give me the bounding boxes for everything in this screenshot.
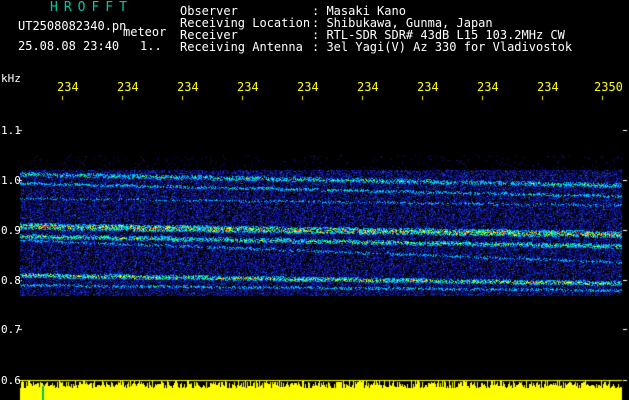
time-tick-label: 234 [57,80,79,94]
time-tick-label: 234 [477,80,499,94]
datetime-label: 25.08.08 23:40 [18,39,120,53]
time-tick-label: 234 [417,80,439,94]
time-tick-label: 234 [177,80,199,94]
time-tick-label: 234 [237,80,259,94]
spectrogram-canvas [0,0,629,400]
filename-label: UT2508082340.pn [18,19,127,33]
y-tick-label: 1.1 [1,124,21,137]
mode-label: meteor [123,25,167,39]
y-tick-label: 0.6 [1,374,21,387]
app-title: HROFFT [50,0,133,15]
y-tick-label: 1.0 [1,174,21,187]
time-tick-label: 234 [117,80,139,94]
page-indicator: 1.. [140,39,162,53]
time-tick-label: 234 [357,80,379,94]
time-tick-label: 234 [537,80,559,94]
antenna-value: : 3el Yagi(V) Az 330 for Vladivostok [312,40,573,54]
y-tick-label: 0.8 [1,274,21,287]
time-tick-label: 2350 [594,80,623,94]
time-tick-label: 234 [297,80,319,94]
y-tick-label: 0.7 [1,323,21,336]
y-tick-label: 0.9 [1,224,21,237]
y-axis-unit: kHz [1,72,21,85]
antenna-label: Receiving Antenna [180,40,303,54]
